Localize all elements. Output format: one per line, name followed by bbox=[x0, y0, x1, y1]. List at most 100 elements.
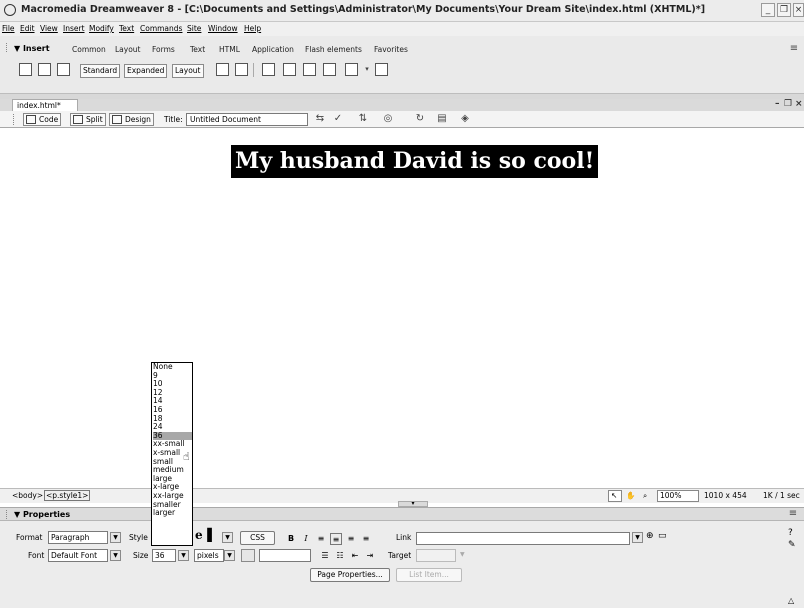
help-icon[interactable]: ? bbox=[788, 528, 793, 538]
design-view-canvas[interactable]: My husband David is so cool! bbox=[0, 128, 804, 488]
format-select[interactable]: Paragraph bbox=[48, 531, 108, 544]
properties-title[interactable]: ▼ Properties bbox=[14, 510, 70, 519]
menu-insert[interactable]: Insert bbox=[63, 24, 85, 33]
frames-icon[interactable] bbox=[345, 63, 358, 76]
dropdown-option[interactable]: 9 bbox=[153, 372, 192, 381]
point-to-file-icon[interactable]: ⊕ bbox=[646, 531, 654, 541]
dropdown-option[interactable]: xx-large bbox=[153, 492, 192, 501]
headline-text[interactable]: My husband David is so cool! bbox=[231, 145, 599, 178]
tab-common[interactable]: Common bbox=[72, 45, 106, 54]
file-management-icon[interactable]: ⇅ bbox=[356, 113, 370, 125]
validate-markup-icon[interactable]: ⇆ bbox=[313, 113, 327, 125]
dropdown-option[interactable]: larger bbox=[153, 509, 192, 518]
preview-browser-icon[interactable]: ◎ bbox=[381, 113, 395, 125]
hand-tool-icon[interactable]: ✋ bbox=[626, 491, 635, 500]
view-options-icon[interactable]: ▤ bbox=[435, 113, 449, 125]
dropdown-option[interactable]: 12 bbox=[153, 389, 192, 398]
draw-layout-table-icon[interactable] bbox=[235, 63, 248, 76]
panel-options-icon[interactable]: ≡ bbox=[786, 508, 800, 520]
tag-selector-p[interactable]: <p.style1> bbox=[44, 490, 91, 501]
font-select[interactable]: Default Font bbox=[48, 549, 108, 562]
insert-row-above-icon[interactable] bbox=[262, 63, 275, 76]
select-tool-icon[interactable]: ↖ bbox=[608, 490, 622, 502]
zoom-select[interactable]: 100% bbox=[657, 490, 699, 502]
expanded-mode-button[interactable]: Expanded bbox=[124, 64, 168, 78]
unordered-list-icon[interactable]: ☰ bbox=[319, 550, 331, 562]
tab-html[interactable]: HTML bbox=[219, 45, 240, 54]
panel-grip[interactable] bbox=[6, 43, 9, 52]
menu-view[interactable]: View bbox=[40, 24, 58, 33]
ordered-list-icon[interactable]: ☷ bbox=[334, 550, 346, 562]
chevron-down-icon[interactable]: ▼ bbox=[224, 550, 235, 561]
tab-layout[interactable]: Layout bbox=[115, 45, 141, 54]
layout-mode-button[interactable]: Layout bbox=[172, 64, 204, 78]
folder-icon[interactable]: ▭ bbox=[658, 531, 667, 541]
dropdown-option[interactable]: x-large bbox=[153, 483, 192, 492]
close-icon[interactable]: × bbox=[793, 3, 804, 17]
quick-tag-icon[interactable]: ✎ bbox=[788, 540, 796, 550]
tab-favorites[interactable]: Favorites bbox=[374, 45, 408, 54]
menu-text[interactable]: Text bbox=[119, 24, 134, 33]
align-center-icon[interactable]: ≡ bbox=[330, 533, 342, 545]
tabular-data-icon[interactable] bbox=[375, 63, 388, 76]
chevron-down-icon[interactable]: ▼ bbox=[110, 532, 121, 543]
menu-site[interactable]: Site bbox=[187, 24, 201, 33]
tab-application[interactable]: Application bbox=[252, 45, 294, 54]
zoom-tool-icon[interactable]: ⌕ bbox=[643, 491, 647, 501]
tab-forms[interactable]: Forms bbox=[152, 45, 175, 54]
window-size-select[interactable]: 1010 x 454 bbox=[704, 491, 747, 500]
doc-restore-icon[interactable]: ❐ bbox=[784, 99, 792, 109]
align-right-icon[interactable]: ≡ bbox=[345, 533, 357, 545]
size-unit-select[interactable]: pixels bbox=[194, 549, 224, 562]
panel-options-icon[interactable]: ≡ bbox=[787, 43, 801, 55]
dropdown-option[interactable]: medium bbox=[153, 466, 192, 475]
tag-selector-body[interactable]: <body> bbox=[12, 491, 43, 500]
insert-column-left-icon[interactable] bbox=[303, 63, 316, 76]
css-button[interactable]: CSS bbox=[240, 531, 275, 545]
menu-help[interactable]: Help bbox=[244, 24, 261, 33]
panel-grip[interactable] bbox=[6, 510, 9, 519]
dropdown-option[interactable]: 16 bbox=[153, 406, 192, 415]
minimize-icon[interactable]: _ bbox=[761, 3, 775, 17]
dropdown-option[interactable]: smaller bbox=[153, 501, 192, 510]
split-view-button[interactable]: Split bbox=[70, 113, 106, 126]
justify-icon[interactable]: ≡ bbox=[360, 533, 372, 545]
menu-modify[interactable]: Modify bbox=[89, 24, 114, 33]
dropdown-option[interactable]: 18 bbox=[153, 415, 192, 424]
page-properties-button[interactable]: Page Properties... bbox=[310, 568, 390, 582]
chevron-down-icon[interactable]: ▼ bbox=[632, 532, 643, 543]
tab-text[interactable]: Text bbox=[190, 45, 205, 54]
restore-icon[interactable]: ❐ bbox=[777, 3, 791, 17]
insert-column-right-icon[interactable] bbox=[323, 63, 336, 76]
table-icon[interactable] bbox=[19, 63, 32, 76]
document-title-input[interactable]: Untitled Document bbox=[186, 113, 308, 126]
menu-edit[interactable]: Edit bbox=[20, 24, 35, 33]
doc-minimize-icon[interactable]: – bbox=[775, 99, 780, 109]
indent-icon[interactable]: ⇥ bbox=[364, 550, 376, 562]
design-view-button[interactable]: Design bbox=[109, 113, 154, 126]
link-input[interactable] bbox=[416, 532, 630, 545]
refresh-icon[interactable]: ↻ bbox=[413, 113, 427, 125]
insert-bar-title[interactable]: ▼ Insert bbox=[14, 44, 50, 53]
chevron-down-icon[interactable]: ▼ bbox=[222, 532, 233, 543]
insert-row-below-icon[interactable] bbox=[283, 63, 296, 76]
chevron-down-icon[interactable]: ▼ bbox=[460, 551, 465, 558]
italic-icon[interactable]: I bbox=[300, 533, 312, 545]
draw-layout-cell-icon[interactable] bbox=[216, 63, 229, 76]
dropdown-option[interactable]: xx-small bbox=[153, 440, 192, 449]
dropdown-option[interactable]: 14 bbox=[153, 397, 192, 406]
frame-icon[interactable] bbox=[57, 63, 70, 76]
size-select[interactable]: 36 bbox=[152, 549, 176, 562]
code-view-button[interactable]: Code bbox=[23, 113, 62, 126]
text-color-swatch[interactable] bbox=[241, 549, 255, 562]
browser-check-icon[interactable]: ✓ bbox=[331, 113, 345, 125]
tab-flash-elements[interactable]: Flash elements bbox=[305, 45, 362, 54]
dropdown-option[interactable]: large bbox=[153, 475, 192, 484]
dropdown-option-selected[interactable]: 36 bbox=[153, 431, 192, 441]
dropdown-option[interactable]: 24 bbox=[153, 423, 192, 432]
dropdown-option[interactable]: None bbox=[153, 363, 192, 372]
list-item-button[interactable]: List Item... bbox=[396, 568, 462, 582]
chevron-down-icon[interactable]: ▼ bbox=[178, 550, 189, 561]
visual-aids-icon[interactable]: ◈ bbox=[458, 113, 472, 125]
menu-commands[interactable]: Commands bbox=[140, 24, 182, 33]
